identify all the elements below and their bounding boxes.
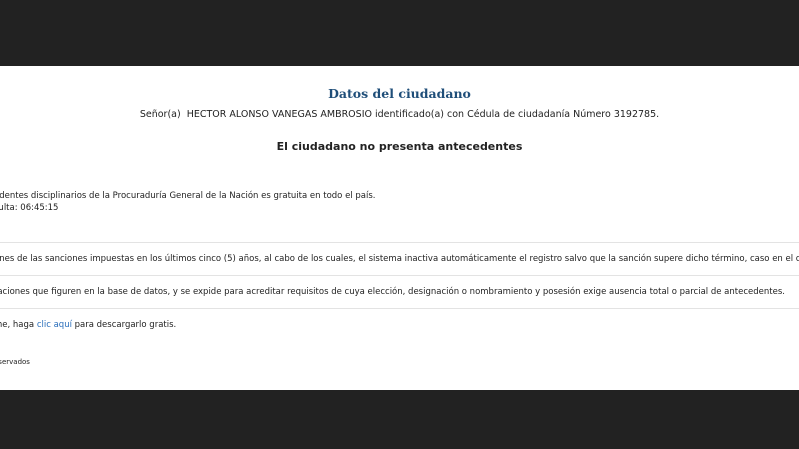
sanctions-note: ones de las sanciones impuestas en los ú… bbox=[0, 254, 799, 264]
download-link[interactable]: clic aquí bbox=[37, 320, 72, 330]
certificate-panel: Datos del ciudadano Señor(a) HECTOR ALON… bbox=[0, 66, 799, 390]
page-title: Datos del ciudadano bbox=[328, 86, 471, 101]
free-consultation-text: edentes disciplinarios de la Procuradurí… bbox=[0, 191, 376, 201]
citizen-identification-text: Señor(a) HECTOR ALONSO VANEGAS AMBROSIO … bbox=[139, 109, 660, 120]
download-prefix: me, haga bbox=[0, 320, 35, 330]
divider bbox=[0, 242, 799, 243]
footer-rights: eservados bbox=[0, 358, 30, 366]
anotaciones-note: taciones que figuren en la base de datos… bbox=[0, 287, 785, 297]
consultation-time-text: sulta: 06:45:15 bbox=[0, 203, 59, 213]
download-suffix: para descargarlo gratis. bbox=[71, 320, 177, 330]
antecedents-status: El ciudadano no presenta antecedentes bbox=[276, 140, 523, 153]
divider bbox=[0, 308, 799, 309]
divider bbox=[0, 275, 799, 276]
download-note: me, haga clic aquí para descargarlo grat… bbox=[0, 320, 176, 330]
